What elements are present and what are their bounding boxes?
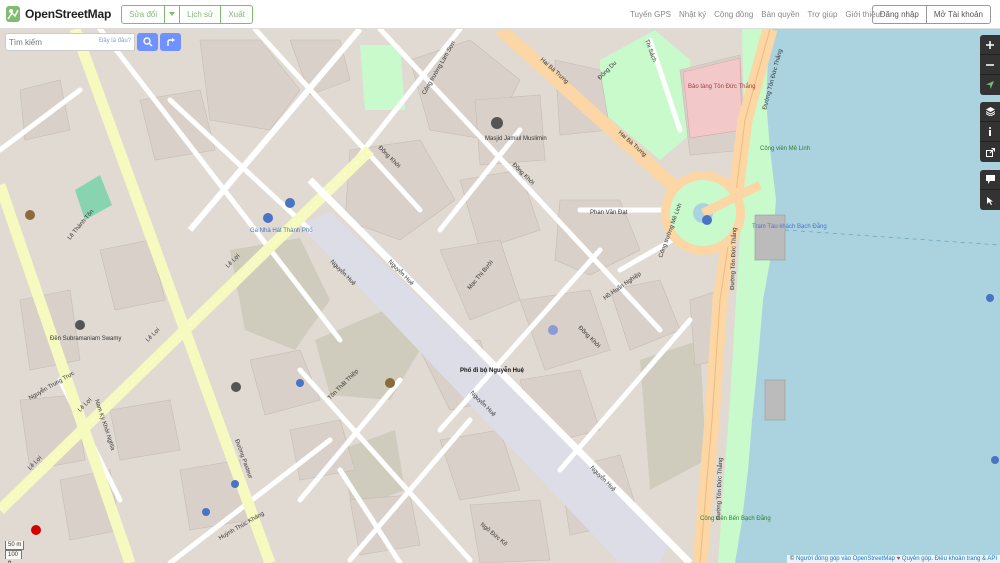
map-tiles[interactable]: Lê Lợi Lê Lợi Lê Lợi Lê Lợi Nguyễn Huệ N… <box>0 29 1000 563</box>
train-station-icon[interactable] <box>263 213 273 223</box>
shrine-icon[interactable] <box>548 325 558 335</box>
search-box: Đây là đâu? <box>5 33 135 51</box>
label-ferry: Trạm Tàu khách Bạch Đằng <box>752 223 827 230</box>
login-button[interactable]: Đăng nhập <box>873 6 927 23</box>
account-buttons: Đăng nhập Mở Tài khoản <box>871 5 991 24</box>
ferry-pier <box>754 214 786 261</box>
parking-icon[interactable] <box>986 294 994 302</box>
brand-name[interactable]: OpenStreetMap <box>25 7 111 21</box>
brand[interactable]: OpenStreetMap <box>5 5 111 23</box>
hospital-icon[interactable] <box>31 525 41 535</box>
label-temple: Đền Subramaniam Swamy <box>50 336 121 342</box>
edit-dropdown-button[interactable] <box>165 5 181 23</box>
zoom-in-button[interactable] <box>980 35 1000 55</box>
export-button[interactable]: Xuất <box>221 6 251 23</box>
nav-copyright[interactable]: Bản quyền <box>761 10 799 19</box>
chevron-down-icon <box>169 12 176 16</box>
label-me-linh-park: Công viên Mê Linh <box>760 146 810 152</box>
nav-diaries[interactable]: Nhật ký <box>679 10 706 19</box>
legend-button[interactable] <box>980 122 1000 142</box>
zoom-out-button[interactable] <box>980 55 1000 75</box>
attribution: © Người đóng góp vào OpenStreetMap ♥ Quy… <box>786 555 1000 563</box>
label-museum: Bảo tàng Tôn Đức Thắng <box>688 83 756 90</box>
nav-help[interactable]: Trợ giúp <box>808 10 838 19</box>
heart-glyph: ♥ <box>895 556 902 562</box>
where-is-this-link[interactable]: Đây là đâu? <box>99 38 131 44</box>
search-input[interactable] <box>9 37 109 47</box>
signup-button[interactable]: Mở Tài khoản <box>927 6 990 23</box>
park-lam-son <box>360 45 405 110</box>
map-canvas[interactable]: Lê Lợi Lê Lợi Lê Lợi Lê Lợi Nguyễn Huệ N… <box>0 29 1000 563</box>
river-water <box>735 29 1000 563</box>
directions-icon <box>166 38 175 46</box>
nav-gps-traces[interactable]: Tuyến GPS <box>630 10 671 19</box>
share-icon <box>985 147 995 157</box>
note-icon <box>985 175 995 184</box>
search-bar: Đây là đâu? <box>5 33 182 51</box>
history-button[interactable]: Lịch sử <box>180 5 222 23</box>
directions-button[interactable] <box>160 33 181 51</box>
info-icon <box>989 127 991 136</box>
locate-button[interactable] <box>980 75 1000 95</box>
label-bach-dang-park: Công viên Bến Bạch Đằng <box>700 515 771 522</box>
label-mosque: Masjid Jamiul Muslimin <box>485 136 547 142</box>
layers-button[interactable] <box>980 102 1000 122</box>
monument-icon[interactable] <box>702 215 712 225</box>
pharmacy-icon[interactable] <box>385 378 395 388</box>
map-scale: 50 m 100 ft <box>5 541 24 563</box>
zoom-out-icon <box>986 63 994 66</box>
label-walking-street: Phố đi bộ Nguyễn Huệ <box>460 367 525 374</box>
restaurant-icon[interactable] <box>25 210 35 220</box>
osm-logo-icon <box>5 5 21 23</box>
terms-link[interactable]: Điều khoản trang & API <box>935 556 997 562</box>
label-phan-van-dat: Phan Văn Đạt <box>590 210 628 216</box>
nav-communities[interactable]: Cộng đồng <box>714 10 753 19</box>
search-button[interactable] <box>137 33 158 51</box>
top-navigation-bar: OpenStreetMap Sửa đổi Lịch sử Xuất Tuyến… <box>0 0 1000 29</box>
museum-building <box>682 57 743 139</box>
scale-imperial: 100 ft <box>5 550 22 563</box>
zoom-in-icon <box>986 40 994 49</box>
edit-button-group: Sửa đổi Lịch sử Xuất <box>121 4 253 24</box>
secondary-navigation: Tuyến GPS Nhật ký Cộng đồng Bản quyền Tr… <box>622 0 880 29</box>
temple-icon[interactable] <box>75 320 85 330</box>
query-icon <box>986 196 993 205</box>
scale-metric: 50 m <box>5 541 24 550</box>
donate-link[interactable]: Quyên góp <box>902 556 931 562</box>
locate-icon <box>986 81 994 89</box>
layers-icon <box>985 107 995 116</box>
query-features-button[interactable] <box>980 190 1000 210</box>
add-note-button[interactable] <box>980 170 1000 190</box>
note-controls <box>980 170 1000 210</box>
hindu-temple-icon[interactable] <box>231 382 241 392</box>
share-button[interactable] <box>980 142 1000 162</box>
zoom-controls <box>980 35 1000 95</box>
bus-stop-icon[interactable] <box>285 198 295 208</box>
mosque-icon[interactable] <box>491 117 503 129</box>
edit-button[interactable]: Sửa đổi <box>122 5 166 23</box>
contributors-link[interactable]: Người đóng góp vào OpenStreetMap <box>796 556 895 562</box>
search-icon <box>142 37 152 47</box>
label-opera-station: Ga Nhà Hát Thành Phố <box>250 228 313 234</box>
panel-controls <box>980 102 1000 162</box>
